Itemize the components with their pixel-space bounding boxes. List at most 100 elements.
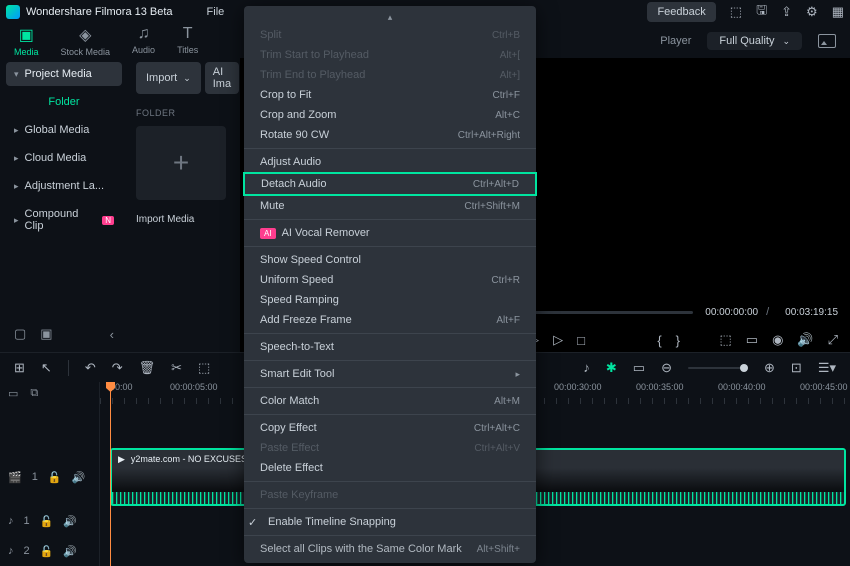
ctx-paste-effect[interactable]: Paste EffectCtrl+Alt+V [244,438,536,458]
media-sidebar: ▾ Project Media Folder ▸ Global Media ▸ … [0,58,128,352]
redo-icon[interactable]: ↷ [112,360,123,376]
zoom-in-icon[interactable]: ⊕ [764,360,775,376]
sidebar-compound-clip[interactable]: ▸ Compound Clip N [6,202,122,238]
zoom-out-icon[interactable]: ⊖ [661,360,672,376]
tab-stock-media[interactable]: ◈ Stock Media [61,25,111,57]
tab-audio[interactable]: ♫ Audio [132,25,155,57]
ctx-timeline-snapping[interactable]: ✓Enable Timeline Snapping [244,512,536,532]
ctx-detach-audio[interactable]: Detach AudioCtrl+Alt+D [243,172,537,196]
ctx-speed-ramping[interactable]: Speed Ramping [244,290,536,310]
sidebar-project-media[interactable]: ▾ Project Media [6,62,122,86]
mark-out-icon[interactable]: } [676,333,680,348]
fullscreen-icon[interactable]: ⤢ [828,332,838,348]
volume-icon[interactable]: 🔊 [797,332,813,348]
zoom-slider-handle[interactable] [740,364,748,372]
chevron-down-icon: ⌄ [782,36,790,47]
video-track-header[interactable]: 🎬 1 🔓 🔊 [0,448,99,506]
delete-icon[interactable]: 🗑 [139,360,156,376]
grid-icon[interactable]: ▦ [832,4,844,20]
mute-audio-icon[interactable]: 🔊 [63,545,77,558]
app-logo-icon [6,5,20,19]
quality-dropdown[interactable]: Full Quality ⌄ [707,32,802,50]
ctx-trim-end[interactable]: Trim End to PlayheadAlt+] [244,65,536,85]
folder-pane: Import ⌄ AI Ima FOLDER + Import Media [128,58,240,352]
ctx-paste-keyframe[interactable]: Paste Keyframe [244,485,536,505]
ctx-speed-control[interactable]: Show Speed Control [244,250,536,270]
ctx-speech-to-text[interactable]: Speech-to-Text [244,337,536,357]
mark-in-icon[interactable]: { [657,333,661,348]
menu-drag-handle[interactable]: ▴ [244,10,536,25]
ctx-split[interactable]: SplitCtrl+B [244,25,536,45]
ctx-adjust-audio[interactable]: Adjust Audio [244,152,536,172]
audio-sync-icon[interactable]: ✱ [606,360,617,376]
titles-icon: T [183,25,193,43]
snapshot-icon[interactable]: ◉ [772,332,783,348]
chevron-down-icon: ⌄ [183,73,191,84]
audio-track-2-header[interactable]: ♪ 2 🔓 🔊 [0,536,99,566]
audio-track-1-header[interactable]: ♪ 1 🔓 🔊 [0,506,99,536]
track-options-icon[interactable]: ▭ [8,387,18,400]
ctx-select-same-color[interactable]: Select all Clips with the Same Color Mar… [244,539,536,559]
stop-icon[interactable]: □ [577,333,585,348]
lock-icon[interactable]: 🔓 [48,471,62,484]
import-dropdown[interactable]: Import ⌄ [136,62,201,94]
chevron-down-icon: ▾ [14,69,19,80]
audio-mixer-icon[interactable]: ♪ [583,360,590,375]
menu-file[interactable]: File [197,6,235,18]
sidebar-folder[interactable]: Folder [6,90,122,114]
ctx-rotate[interactable]: Rotate 90 CWCtrl+Alt+Right [244,125,536,145]
cut-icon[interactable]: ✂ [171,360,182,376]
chevron-right-icon: ▸ [14,125,19,136]
auto-reframe-icon[interactable]: ⊞ [14,360,25,376]
link-icon[interactable]: ⧉ [30,387,38,400]
ctx-ai-vocal-remover[interactable]: AIAI Vocal Remover [244,223,536,243]
tab-titles[interactable]: T Titles [177,25,198,57]
ctx-color-match[interactable]: Color MatchAlt+M [244,391,536,411]
new-badge: N [102,216,114,225]
marker-icon[interactable]: ▭ [633,360,645,376]
save-icon[interactable]: 🖫 [756,1,767,23]
next-frame-icon[interactable]: ▷ [553,332,563,348]
ctx-freeze-frame[interactable]: Add Freeze FrameAlt+F [244,310,536,330]
clip-play-icon: ▶ [118,454,125,465]
ctx-copy-effect[interactable]: Copy EffectCtrl+Alt+C [244,418,536,438]
ctx-crop-fit[interactable]: Crop to FitCtrl+F [244,85,536,105]
snapshot-icon[interactable] [818,34,836,48]
lock-icon[interactable]: 🔓 [40,515,54,528]
new-folder-icon[interactable]: ▢ [14,326,26,342]
add-folder-icon[interactable]: ▣ [40,326,52,342]
tab-media[interactable]: ▣ Media [14,25,39,57]
collapse-sidebar-icon[interactable]: ‹ [110,327,114,342]
import-media-tile[interactable]: + [136,126,226,200]
record-icon[interactable]: ⬚ [719,332,731,348]
stock-media-icon: ◈ [79,25,91,45]
pointer-icon[interactable]: ↖ [41,360,52,376]
sidebar-cloud-media[interactable]: ▸ Cloud Media [6,146,122,170]
ctx-crop-zoom[interactable]: Crop and ZoomAlt+C [244,105,536,125]
cloud-upload-icon[interactable]: ⇪ [781,4,792,20]
playhead[interactable] [110,382,111,566]
chevron-right-icon: ▸ [14,215,19,226]
sidebar-adjustment-layer[interactable]: ▸ Adjustment La... [6,174,122,198]
ctx-smart-edit[interactable]: Smart Edit Tool▸ [244,364,536,384]
app-title: Wondershare Filmora 13 Beta [26,6,173,18]
ctx-mute[interactable]: MuteCtrl+Shift+M [244,196,536,216]
mute-audio-icon[interactable]: 🔊 [63,515,77,528]
media-icon: ▣ [19,25,34,45]
sidebar-global-media[interactable]: ▸ Global Media [6,118,122,142]
ctx-uniform-speed[interactable]: Uniform SpeedCtrl+R [244,270,536,290]
mute-video-icon[interactable]: 🔊 [72,471,86,484]
lock-icon[interactable]: 🔓 [40,545,54,558]
settings-icon[interactable]: ⚙ [806,4,818,20]
view-mode-icon[interactable]: ☰▾ [818,360,836,376]
compare-icon[interactable]: ▭ [746,332,758,348]
feedback-button[interactable]: Feedback [647,2,715,22]
monitor-icon[interactable]: ⬚ [730,4,742,20]
zoom-slider[interactable] [688,367,748,369]
crop-icon[interactable]: ⬚ [198,360,210,376]
ai-image-button[interactable]: AI Ima [205,62,239,94]
ctx-delete-effect[interactable]: Delete Effect [244,458,536,478]
zoom-fit-icon[interactable]: ⊡ [791,360,802,376]
undo-icon[interactable]: ↶ [85,360,96,376]
ctx-trim-start[interactable]: Trim Start to PlayheadAlt+[ [244,45,536,65]
